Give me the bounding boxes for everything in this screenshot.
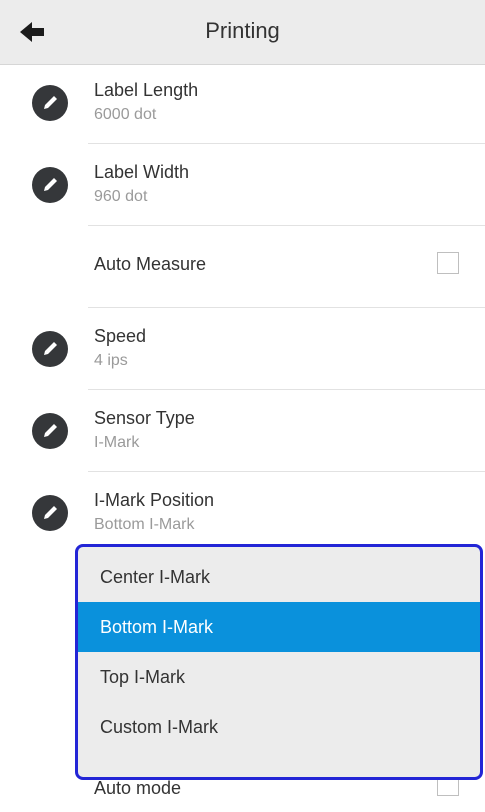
pencil-icon [32, 331, 68, 367]
pencil-icon [32, 167, 68, 203]
setting-label-length[interactable]: Label Length 6000 dot [0, 62, 485, 144]
setting-speed[interactable]: Speed 4 ips [0, 308, 485, 390]
app-header: Printing [0, 0, 485, 65]
option-top-i-mark[interactable]: Top I-Mark [78, 652, 480, 702]
setting-label: Label Width [94, 162, 190, 182]
setting-label: Auto Measure [94, 254, 207, 274]
auto-measure-checkbox[interactable] [437, 252, 459, 274]
option-bottom-i-mark[interactable]: Bottom I-Mark [78, 602, 480, 652]
setting-label: Speed [94, 326, 147, 346]
setting-sensor-type[interactable]: Sensor Type I-Mark [0, 390, 485, 472]
page-title: Printing [205, 18, 280, 43]
setting-label: I-Mark Position [94, 490, 215, 510]
option-custom-i-mark[interactable]: Custom I-Mark [78, 702, 480, 752]
setting-value: I-Mark [94, 434, 140, 451]
setting-i-mark-position[interactable]: I-Mark Position Bottom I-Mark [0, 472, 485, 554]
setting-auto-measure: Auto Measure [0, 226, 485, 308]
i-mark-position-dropdown: Center I-Mark Bottom I-Mark Top I-Mark C… [75, 544, 483, 780]
setting-label: Sensor Type [94, 408, 195, 428]
setting-label-width[interactable]: Label Width 960 dot [0, 144, 485, 226]
pencil-icon [32, 413, 68, 449]
setting-label: Label Length [94, 80, 199, 100]
pencil-icon [32, 85, 68, 121]
setting-label: Auto mode [94, 778, 182, 798]
option-center-i-mark[interactable]: Center I-Mark [78, 552, 480, 602]
setting-value: 6000 dot [94, 106, 157, 123]
pencil-icon [32, 495, 68, 531]
setting-value: 4 ips [94, 352, 128, 369]
setting-value: Bottom I-Mark [94, 516, 195, 533]
setting-value: 960 dot [94, 188, 148, 205]
